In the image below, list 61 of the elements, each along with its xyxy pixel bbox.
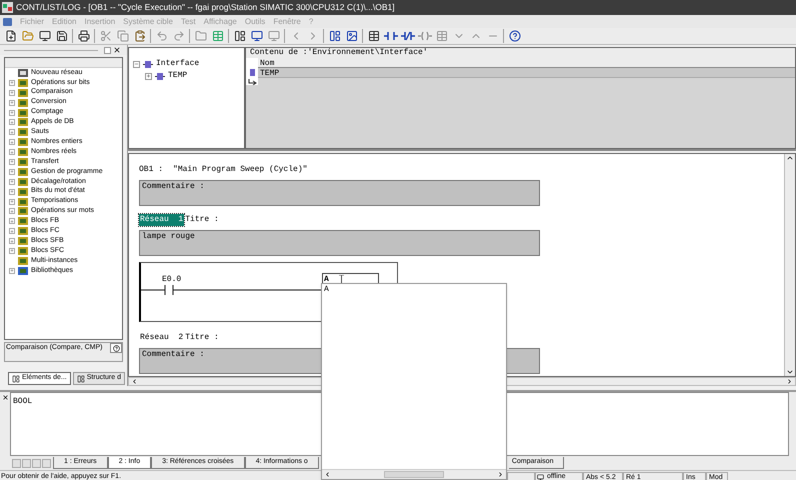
offline-icon <box>537 474 544 480</box>
expand-icon[interactable] <box>9 129 15 136</box>
new-row-icon <box>248 77 256 85</box>
expand-icon[interactable] <box>9 178 15 185</box>
scroll-right-icon[interactable] <box>497 471 504 478</box>
expand-icon[interactable] <box>9 100 15 106</box>
comment-field[interactable]: lampe rouge <box>139 230 540 256</box>
panel-icon <box>12 374 20 382</box>
network-title: Titre : <box>185 214 219 226</box>
expand-icon[interactable] <box>9 198 15 205</box>
app-icon <box>2 2 13 13</box>
table-title: Contenu de :'Environnement\Interface' <box>249 47 428 59</box>
column-header: Nom <box>258 58 795 68</box>
help-button[interactable] <box>110 343 122 353</box>
scrollbar-thumb[interactable] <box>384 471 444 478</box>
expand-icon[interactable] <box>145 72 152 80</box>
scroll-right-icon[interactable] <box>786 378 793 385</box>
contact-address: E0.0 <box>162 274 182 286</box>
table-cell[interactable]: TEMP <box>258 68 795 78</box>
expand-icon[interactable] <box>9 139 15 146</box>
scroll-up-icon[interactable] <box>786 154 794 162</box>
document-icon[interactable] <box>3 18 12 26</box>
variable-icon <box>248 68 256 77</box>
expand-icon[interactable] <box>9 158 15 165</box>
symbol-dropdown[interactable]: A <box>321 283 507 480</box>
collapse-icon[interactable] <box>133 60 140 68</box>
minimize-button[interactable] <box>104 46 111 54</box>
close-icon[interactable] <box>113 46 121 54</box>
scroll-left-icon[interactable] <box>131 378 138 385</box>
network-label[interactable]: Réseau 2 <box>139 332 184 344</box>
close-icon[interactable] <box>2 394 8 401</box>
block-title: "Main Program Sweep (Cycle)" <box>173 164 308 176</box>
expand-icon[interactable] <box>9 90 15 96</box>
expand-icon[interactable] <box>9 168 15 175</box>
dropdown-item[interactable]: A <box>324 284 506 294</box>
expand-icon[interactable] <box>9 268 15 274</box>
expand-icon[interactable] <box>9 188 15 195</box>
expand-icon[interactable] <box>9 248 15 254</box>
expand-icon[interactable] <box>9 110 15 116</box>
expand-icon[interactable] <box>9 119 15 126</box>
output-text: BOOL <box>13 397 32 406</box>
interface-icon <box>155 72 165 80</box>
dropdown-scrollbar[interactable] <box>322 469 506 479</box>
panel-icon <box>76 374 85 382</box>
window-title: CONT/LIST/LOG - [OB1 -- "Cycle Execution" -- fgai prog\Station SIMATIC 300\CPU312 C(1)\...\OB1] <box>16 1 395 14</box>
scroll-left-icon[interactable] <box>324 471 331 478</box>
expand-icon[interactable] <box>9 218 15 224</box>
expand-icon[interactable] <box>9 149 15 156</box>
expand-icon[interactable] <box>9 228 15 234</box>
comment-field[interactable]: Commentaire : <box>139 180 540 206</box>
expand-icon[interactable] <box>9 208 15 214</box>
expand-icon[interactable] <box>9 238 15 244</box>
scroll-down-icon[interactable] <box>786 368 794 376</box>
network-label[interactable]: Réseau 1 <box>139 214 184 226</box>
tree-item[interactable]: Interface <box>156 58 200 70</box>
block-label: OB1 : <box>139 164 164 176</box>
network-title: Titre : <box>185 332 219 344</box>
tree-item[interactable]: TEMP <box>168 70 188 82</box>
vertical-scrollbar[interactable] <box>784 154 795 376</box>
interface-icon <box>143 60 153 68</box>
expand-icon[interactable] <box>9 80 15 86</box>
